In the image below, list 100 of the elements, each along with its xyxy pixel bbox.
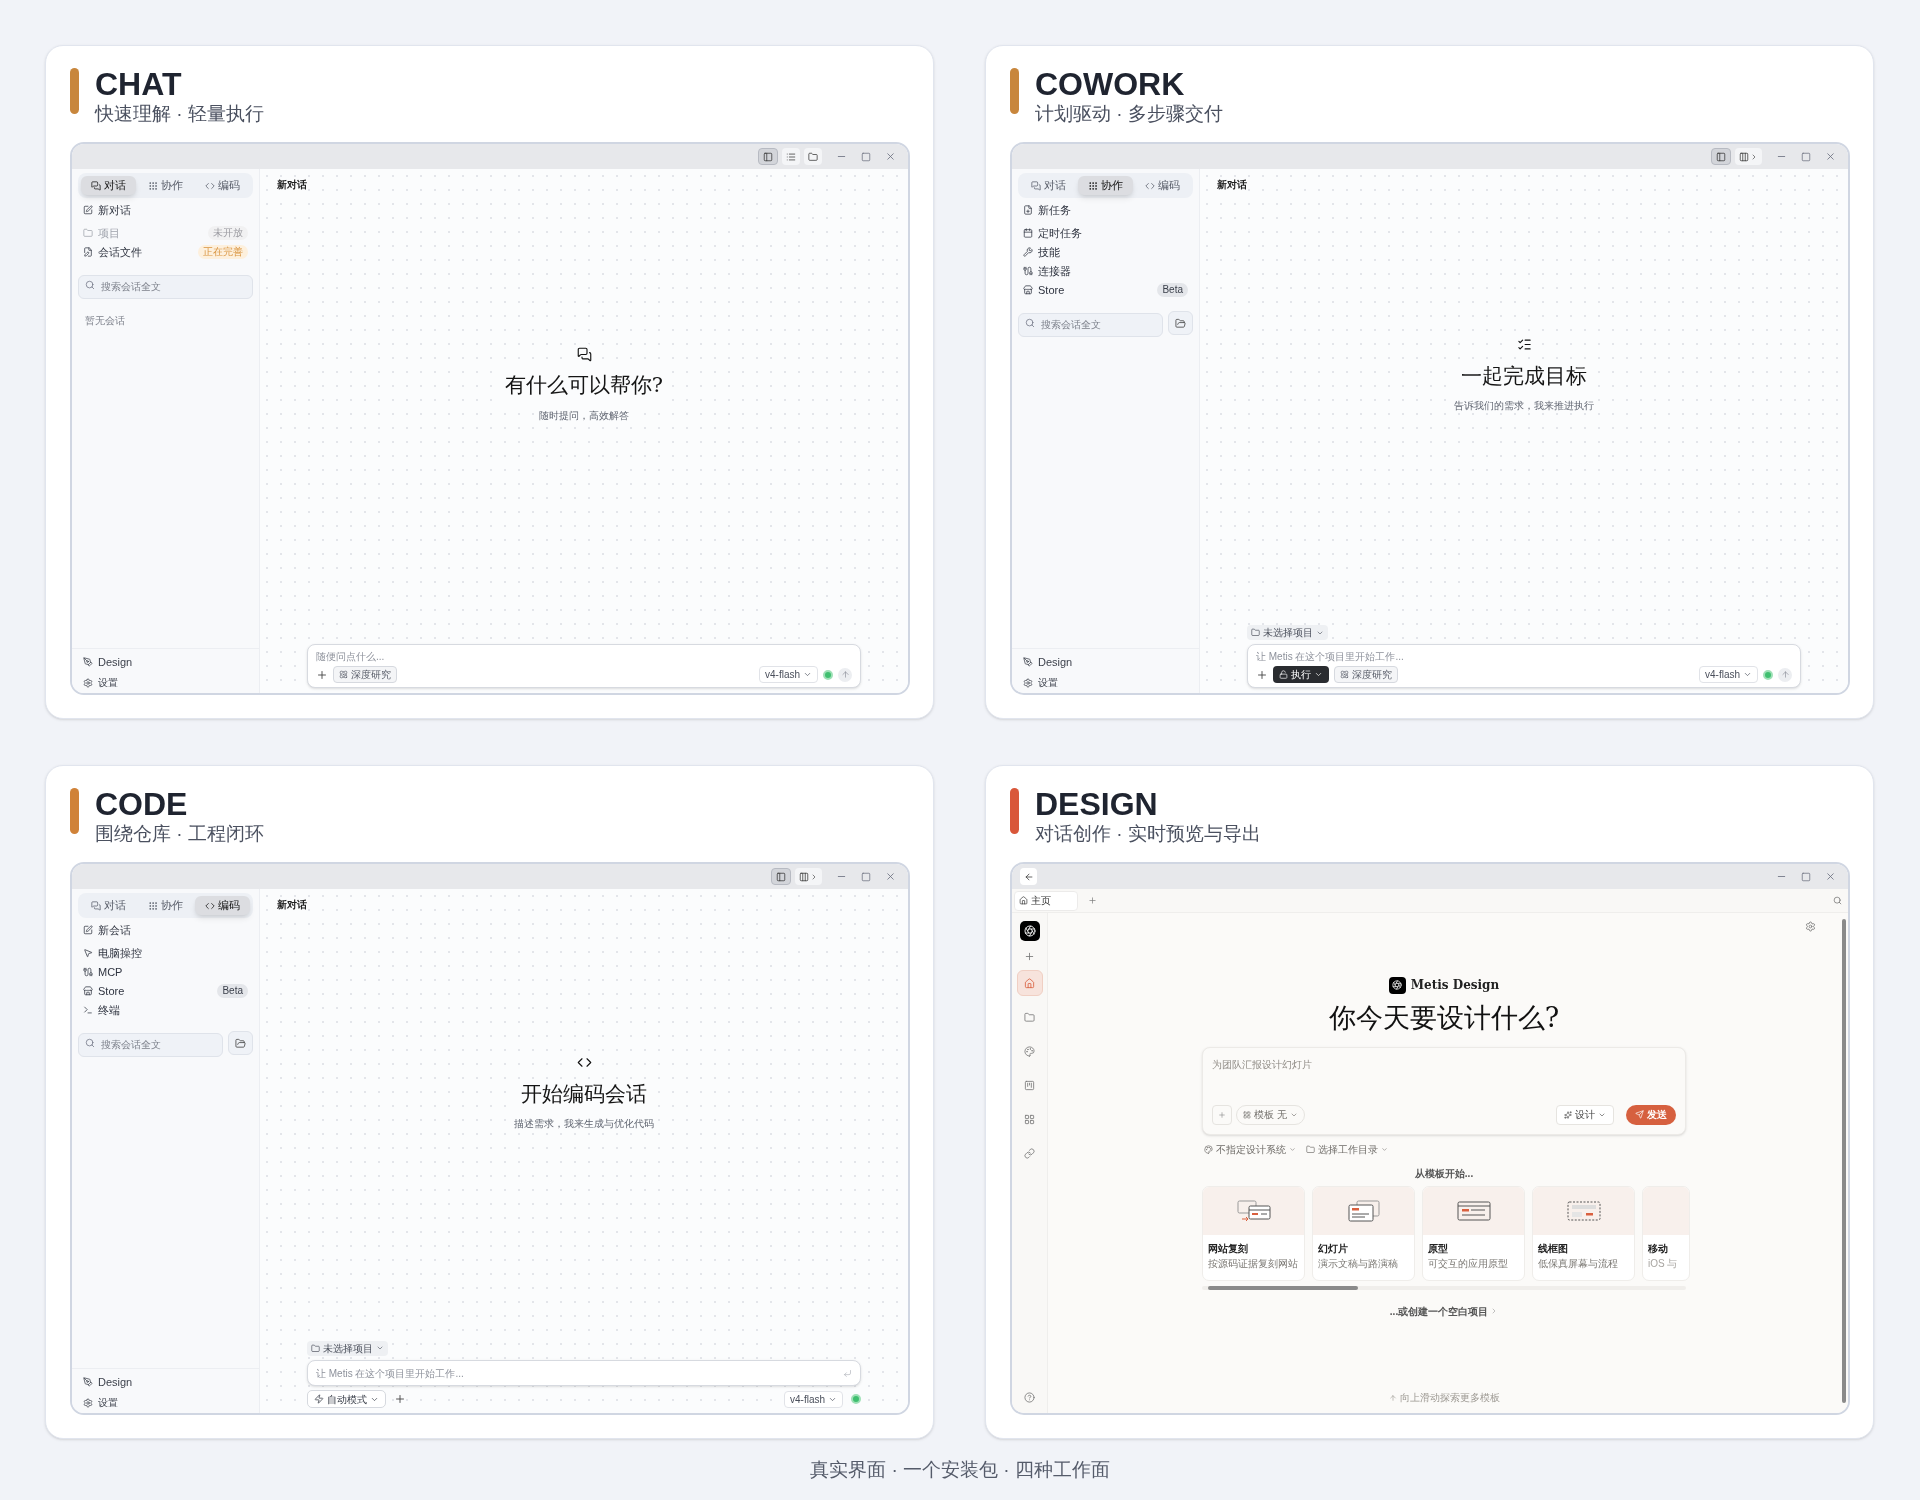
pointer-icon xyxy=(83,948,93,958)
message-input[interactable]: 随便问点什么... xyxy=(316,649,852,664)
search-field[interactable]: 搜索会话全文 xyxy=(78,1032,223,1057)
close-button[interactable] xyxy=(1825,871,1836,882)
close-button[interactable] xyxy=(885,871,896,882)
message-composer[interactable]: 让 Metis 在这个项目里开始工作... 执行 深度研究 v4-flash xyxy=(1247,644,1801,688)
rail-button[interactable] xyxy=(1016,970,1043,996)
add-button[interactable] xyxy=(316,668,328,681)
open-folder-button[interactable] xyxy=(1168,311,1193,335)
vertical-scrollbar[interactable] xyxy=(1840,913,1848,1413)
maximize-button[interactable] xyxy=(1801,871,1811,882)
nav-item[interactable]: 新会话 xyxy=(78,921,253,939)
chevron-down-icon xyxy=(376,1344,384,1352)
mode-tab[interactable]: 协作 xyxy=(138,176,193,195)
mode-tab[interactable]: 编码 xyxy=(195,896,250,915)
nav-item[interactable]: 新对话 xyxy=(78,201,253,219)
new-project-button[interactable] xyxy=(1024,951,1035,962)
toolbar-button[interactable] xyxy=(782,148,800,165)
link-icon xyxy=(1024,1147,1035,1159)
mode-dropdown[interactable]: 自动模式 xyxy=(307,1390,386,1408)
execute-dropdown[interactable]: 执行 xyxy=(1273,666,1329,683)
toolbar-button[interactable] xyxy=(771,868,791,885)
footer-link[interactable]: 设置 xyxy=(78,675,253,690)
chevron-down-icon xyxy=(1743,670,1752,679)
footer-link[interactable]: Design xyxy=(78,653,253,670)
mode-tab[interactable]: 对话 xyxy=(1021,176,1076,195)
send-button[interactable]: 发送 xyxy=(1626,1104,1676,1125)
mode-tab[interactable]: 协作 xyxy=(1078,176,1133,195)
search-field[interactable]: 搜索会话全文 xyxy=(1018,312,1163,337)
nav-item[interactable]: 新任务 xyxy=(1018,201,1193,219)
deep-research-chip[interactable]: 深度研究 xyxy=(333,666,397,683)
open-folder-button[interactable] xyxy=(228,1031,253,1055)
template-card[interactable]: 移动 iOS 与 xyxy=(1642,1185,1690,1281)
footer-link[interactable]: 设置 xyxy=(1018,675,1193,690)
maximize-button[interactable] xyxy=(1801,151,1811,162)
search-field[interactable]: 搜索会话全文 xyxy=(78,274,253,299)
close-button[interactable] xyxy=(885,151,896,162)
close-icon xyxy=(885,871,896,882)
nav-item[interactable]: 电脑操控 xyxy=(78,944,253,962)
nav-item[interactable]: 定时任务 xyxy=(1018,224,1193,242)
footer-link[interactable]: 设置 xyxy=(78,1395,253,1410)
design-mode-dropdown[interactable]: 设计 xyxy=(1556,1104,1614,1125)
nav-item[interactable]: 连接器 xyxy=(1018,262,1193,280)
template-card[interactable]: 幻灯片 演示文稿与路演稿 xyxy=(1312,1185,1415,1281)
horizontal-scrollbar[interactable] xyxy=(1202,1285,1686,1290)
plus-icon xyxy=(316,668,328,681)
prompt-input[interactable]: 为团队汇报设计幻灯片 xyxy=(1212,1056,1676,1072)
toolbar-button[interactable] xyxy=(1735,148,1762,165)
deep-research-chip[interactable]: 深度研究 xyxy=(1334,666,1398,683)
send-button[interactable] xyxy=(838,667,852,682)
template-title: 线框图 xyxy=(1538,1241,1568,1256)
nav-item[interactable]: 技能 xyxy=(1018,243,1193,261)
message-composer[interactable]: 随便问点什么... 深度研究 v4-flash xyxy=(307,644,861,688)
template-card[interactable]: 原型 可交互的应用原型 xyxy=(1422,1185,1525,1281)
nav-item[interactable]: Store Beta xyxy=(78,982,253,1000)
design-prompt-box[interactable]: 为团队汇报设计幻灯片 模板 无 设计 发送 xyxy=(1202,1046,1686,1135)
close-button[interactable] xyxy=(1825,151,1836,162)
nav-item[interactable]: MCP xyxy=(78,963,253,981)
nav-item[interactable]: Store Beta xyxy=(1018,281,1193,299)
option-dropdown[interactable]: 选择工作目录 xyxy=(1306,1141,1388,1157)
toolbar-button[interactable] xyxy=(1711,148,1731,165)
add-button[interactable] xyxy=(394,1393,406,1405)
toolbar-button[interactable] xyxy=(795,868,822,885)
home-tab[interactable]: 主页 xyxy=(1014,890,1078,911)
mode-tab[interactable]: 编码 xyxy=(195,176,250,195)
mode-tab[interactable]: 对话 xyxy=(81,896,136,915)
help-button[interactable] xyxy=(1024,1392,1035,1403)
template-description: 可交互的应用原型 xyxy=(1428,1256,1508,1271)
template-card[interactable]: 网站复刻 按源码证据复刻网站 xyxy=(1202,1185,1305,1281)
toolbar-button[interactable] xyxy=(758,148,778,165)
cable-icon xyxy=(83,967,93,977)
message-input[interactable]: 让 Metis 在这个项目里开始工作... xyxy=(307,1360,861,1386)
model-dropdown[interactable]: v4-flash xyxy=(759,666,818,683)
model-dropdown[interactable]: v4-flash xyxy=(784,1390,843,1408)
mode-tab[interactable]: 对话 xyxy=(81,176,136,195)
mode-tab[interactable]: 编码 xyxy=(1135,176,1190,195)
blank-project-link[interactable]: ...或创建一个空白项目 xyxy=(1389,1303,1499,1319)
grid-icon xyxy=(1024,1113,1035,1125)
nav-item[interactable]: 会话文件 正在完善 xyxy=(78,243,253,261)
project-dropdown[interactable]: 未选择项目 xyxy=(307,1340,388,1356)
edit-icon xyxy=(83,205,93,215)
send-button[interactable] xyxy=(1778,667,1792,682)
search-button[interactable] xyxy=(1833,896,1842,905)
mode-tab[interactable]: 协作 xyxy=(138,896,193,915)
toolbar-button[interactable] xyxy=(804,148,822,165)
back-button[interactable] xyxy=(1020,868,1037,885)
maximize-button[interactable] xyxy=(861,871,871,882)
template-card[interactable]: 线框图 低保真屏幕与流程 xyxy=(1532,1185,1635,1281)
new-tab-button[interactable] xyxy=(1088,896,1097,905)
template-title: 原型 xyxy=(1428,1241,1448,1256)
footer-link[interactable]: Design xyxy=(78,1373,253,1390)
nav-item[interactable]: 终端 xyxy=(78,1001,253,1019)
settings-button[interactable] xyxy=(1805,921,1816,932)
message-input[interactable]: 让 Metis 在这个项目里开始工作... xyxy=(1256,649,1792,664)
option-dropdown[interactable]: 不指定设计系统 xyxy=(1204,1141,1296,1157)
model-dropdown[interactable]: v4-flash xyxy=(1699,666,1758,683)
footer-link[interactable]: Design xyxy=(1018,653,1193,670)
maximize-button[interactable] xyxy=(861,151,871,162)
add-button[interactable] xyxy=(1256,668,1268,681)
project-dropdown[interactable]: 未选择项目 xyxy=(1247,625,1328,640)
